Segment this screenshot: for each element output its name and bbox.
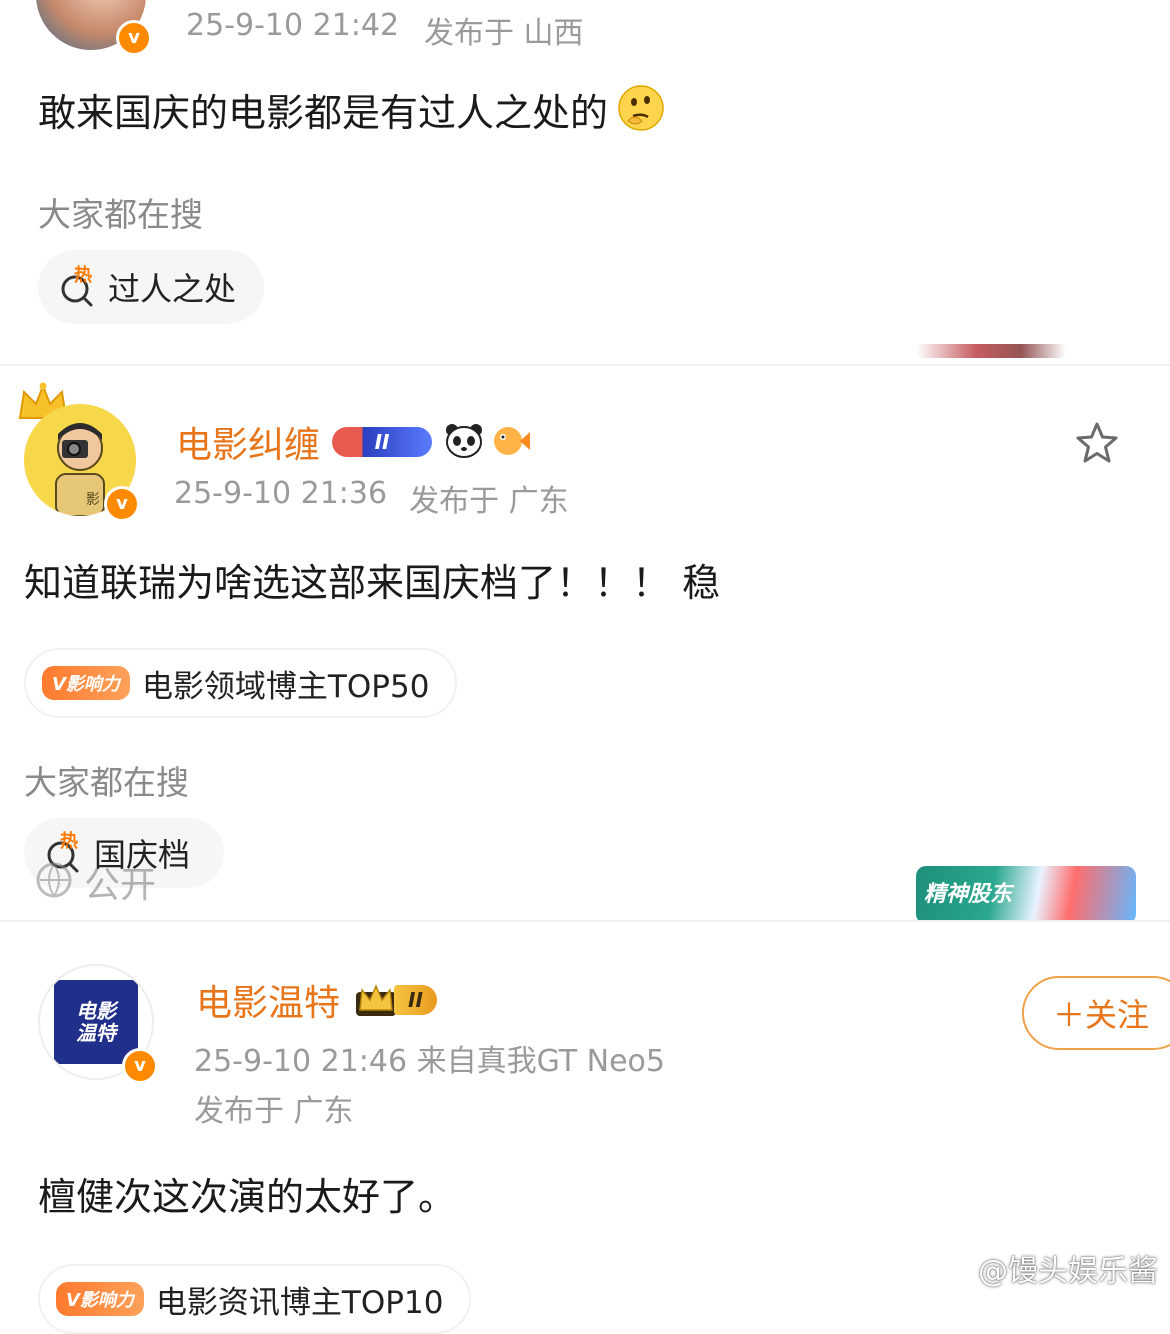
level-badge: II [394, 985, 437, 1015]
post-text: 敢来国庆的电影都是有过人之处的 [38, 91, 609, 135]
panda-icon [444, 422, 484, 462]
post-content: 敢来国庆的电影都是有过人之处的 [38, 82, 666, 137]
post-location: 发布于 山西 [424, 16, 584, 51]
search-section-label: 大家都在搜 [24, 763, 189, 802]
follow-button[interactable]: ＋关注 [1022, 976, 1170, 1050]
overlay-public-label: 公开 [34, 856, 156, 908]
shareholder-sticker: 精神股东 [916, 866, 1136, 924]
follow-label: ＋关注 [1052, 996, 1149, 1034]
level-text: II [374, 430, 390, 454]
post-timestamp: 25-9-10 21:42 [186, 8, 400, 43]
crown-level-icon: II [354, 982, 437, 1018]
post-text: 檀健次这次演的太好了。 [38, 1175, 457, 1219]
fish-sticker-icon [490, 422, 531, 462]
post2-name-row: 电影纠缠 II [176, 416, 531, 468]
post-timestamp: 25-9-10 21:36 [174, 476, 388, 511]
star-favorite-icon[interactable] [1074, 420, 1120, 470]
hot-search-label: 过人之处 [108, 270, 237, 308]
weibo-logo-icon [930, 1247, 972, 1289]
verified-icon: v [116, 20, 152, 56]
watermark: @馒头娱乐酱 [930, 1246, 1158, 1290]
post2-avatar-wrap[interactable]: 影 v [18, 382, 140, 522]
thinking-face-emoji-icon [616, 83, 666, 137]
post-card-3: 电影温特 v 电影温特 II 25-9-10 21:46 来自真我GT Neo5… [0, 922, 1170, 1334]
post3-avatar-wrap[interactable]: 电影温特 v [38, 964, 158, 1084]
verified-icon: v [122, 1048, 158, 1084]
post2-meta-row: 25-9-10 21:36 发布于 广东 [174, 476, 569, 520]
post-location: 发布于 广东 [194, 1094, 354, 1129]
verified-icon: v [104, 486, 140, 522]
overlay-text: 公开 [84, 865, 157, 906]
post3-name-row: 电影温特 II [196, 974, 437, 1026]
post-card-1: v 25-9-10 21:42 发布于 山西 敢来国庆的电影都是有过人之处的 大… [0, 0, 1170, 362]
watermark-text: @馒头娱乐酱 [978, 1254, 1158, 1289]
globe-icon [34, 860, 74, 904]
influence-tag: V影响力 [56, 1282, 144, 1316]
level-badge: II [332, 427, 433, 457]
influence-text: 电影资讯博主TOP10 [155, 1284, 444, 1321]
level-text: II [408, 988, 423, 1012]
post-timestamp-device: 25-9-10 21:46 来自真我GT Neo5 [194, 1044, 665, 1079]
username[interactable]: 电影纠缠 [176, 416, 320, 468]
influence-text: 电影领域博主TOP50 [141, 668, 430, 705]
hot-search-icon: 热 [58, 265, 98, 307]
decorative-sticker [916, 344, 1066, 358]
post-location: 发布于 广东 [409, 484, 569, 519]
username[interactable]: 电影温特 [196, 974, 340, 1026]
influence-chip[interactable]: V影响力 电影领域博主TOP50 [24, 648, 458, 718]
sticker-text: 精神股东 [924, 882, 1013, 907]
hot-badge: 热 [74, 265, 92, 286]
post-text: 知道联瑞为啥选这部来国庆档了！！！ 稳 [24, 561, 721, 605]
avatar-logo-text: 电影温特 [76, 999, 116, 1045]
svg-text:影: 影 [86, 492, 100, 508]
avatar-logo: 电影温特 [54, 980, 138, 1064]
post1-avatar-wrap[interactable]: v [36, 0, 152, 56]
influence-chip[interactable]: V影响力 电影资讯博主TOP10 [38, 1264, 472, 1334]
hot-badge: 热 [60, 831, 78, 852]
post-card-2: 影 v 电影纠缠 II 25-9-10 21:36 发布于 广东 知道联瑞为啥选… [0, 366, 1170, 924]
influence-tag: V影响力 [42, 666, 130, 700]
hot-search-chip[interactable]: 热 过人之处 [38, 250, 265, 324]
search-section-label: 大家都在搜 [38, 195, 203, 234]
